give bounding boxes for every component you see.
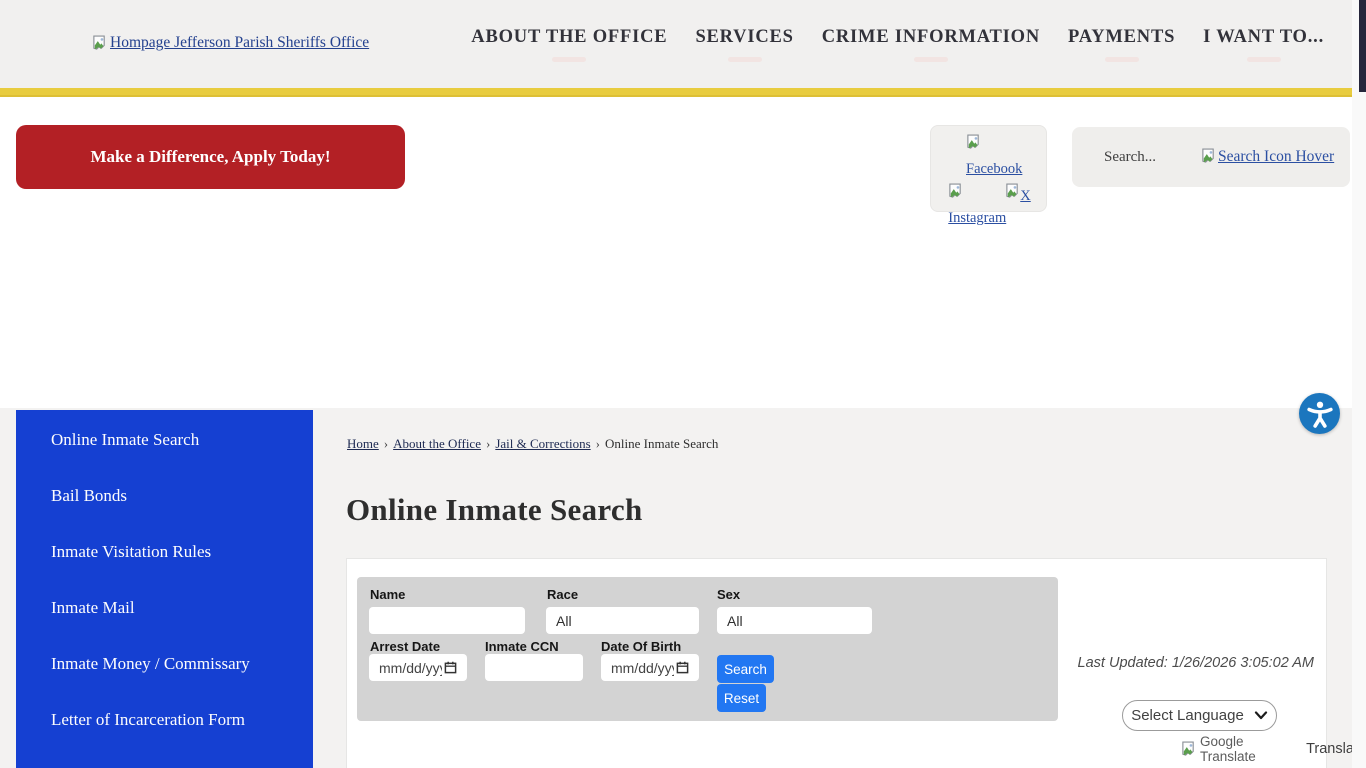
apply-today-button[interactable]: Make a Difference, Apply Today! [16, 125, 405, 189]
reset-button[interactable]: Reset [717, 684, 766, 712]
instagram-alt-text: Instagram [948, 210, 1006, 226]
breadcrumb-home[interactable]: Home [347, 436, 379, 451]
inmate-search-panel: Name Race Sex All All Arrest Date Inmate… [346, 558, 1327, 768]
x-link[interactable]: X [1005, 183, 1030, 230]
accessibility-icon [1305, 399, 1335, 429]
race-label: Race [547, 587, 578, 602]
arrest-date-placeholder: mm/dd/yyyy [379, 660, 442, 676]
breadcrumb: Home › About the Office › Jail & Corrections… [347, 436, 718, 452]
social-links-box: Facebook Instagram X [930, 125, 1047, 212]
sex-select[interactable]: All [717, 607, 872, 634]
race-select[interactable]: All [546, 607, 699, 634]
search-input[interactable] [1104, 149, 1199, 166]
nav-hover-indicator [1105, 57, 1139, 62]
facebook-link[interactable]: Facebook [966, 134, 1013, 181]
breadcrumb-current: Online Inmate Search [605, 436, 718, 451]
search-submit-link[interactable]: Search Icon Hover [1201, 148, 1334, 166]
nav-hover-indicator [914, 57, 948, 62]
sidebar-item-inmate-visitation-rules[interactable]: Inmate Visitation Rules [16, 524, 313, 580]
nav-hover-indicator [552, 57, 586, 62]
nav-label: CRIME INFORMATION [822, 27, 1040, 48]
accessibility-widget-button[interactable] [1299, 393, 1340, 434]
name-input[interactable] [369, 607, 525, 634]
dob-input[interactable]: mm/dd/yyyy [601, 654, 699, 681]
site-search-box: Search Icon Hover [1072, 127, 1350, 187]
vertical-scrollbar-thumb[interactable] [1359, 0, 1366, 92]
nav-item-services[interactable]: SERVICES [695, 27, 793, 62]
chevron-down-icon [1254, 711, 1268, 720]
nav-hover-indicator [728, 57, 762, 62]
instagram-link[interactable]: Instagram [948, 183, 995, 230]
accent-bar [0, 88, 1352, 97]
arrest-date-input[interactable]: mm/dd/yyyy [369, 654, 467, 681]
sidebar-item-bail-bonds[interactable]: Bail Bonds [16, 468, 313, 524]
inmate-ccn-input[interactable] [485, 654, 583, 681]
facebook-alt-text: Facebook [966, 161, 1022, 177]
page: Hompage Jefferson Parish Sheriffs Office… [0, 0, 1366, 768]
dob-placeholder: mm/dd/yyyy [611, 660, 674, 676]
arrest-date-label: Arrest Date [370, 639, 440, 654]
nav-item-payments[interactable]: PAYMENTS [1068, 27, 1175, 62]
language-select-label: Select Language [1131, 707, 1244, 724]
breadcrumb-separator: › [596, 436, 600, 451]
breadcrumb-about-the-office[interactable]: About the Office [393, 436, 481, 451]
sidebar: Online Inmate Search Bail Bonds Inmate V… [16, 410, 313, 768]
name-label: Name [370, 587, 405, 602]
broken-image-icon [966, 134, 981, 151]
calendar-icon[interactable] [676, 661, 689, 674]
inmate-ccn-label: Inmate CCN [485, 639, 559, 654]
sidebar-item-letter-of-incarceration-form[interactable]: Letter of Incarceration Form [16, 692, 313, 748]
vertical-scrollbar-track[interactable] [1352, 0, 1366, 768]
calendar-icon[interactable] [444, 661, 457, 674]
nav-label: ABOUT THE OFFICE [471, 27, 667, 48]
nav-label: SERVICES [695, 27, 793, 48]
language-select[interactable]: Select Language [1122, 700, 1277, 731]
logo-link[interactable]: Hompage Jefferson Parish Sheriffs Office [92, 34, 369, 52]
sidebar-item-inmate-money-commissary[interactable]: Inmate Money / Commissary [16, 636, 313, 692]
dob-label: Date Of Birth [601, 639, 681, 654]
broken-image-icon [1201, 148, 1216, 165]
nav-item-crime-information[interactable]: CRIME INFORMATION [822, 27, 1040, 62]
broken-image-icon [948, 183, 963, 200]
last-updated-text: Last Updated: 1/26/2026 3:05:02 AM [1078, 655, 1314, 671]
nav-item-about-the-office[interactable]: ABOUT THE OFFICE [471, 27, 667, 62]
breadcrumb-separator: › [486, 436, 490, 451]
broken-image-icon [1181, 741, 1196, 758]
nav-label: I WANT TO... [1203, 27, 1324, 48]
nav-label: PAYMENTS [1068, 27, 1175, 48]
header: Hompage Jefferson Parish Sheriffs Office… [0, 0, 1352, 88]
nav-item-i-want-to[interactable]: I WANT TO... [1203, 27, 1324, 62]
sex-label: Sex [717, 587, 740, 602]
logo-alt-text: Hompage Jefferson Parish Sheriffs Office [110, 34, 369, 52]
broken-image-icon [1005, 183, 1020, 200]
breadcrumb-jail-corrections[interactable]: Jail & Corrections [495, 436, 590, 451]
page-title: Online Inmate Search [346, 492, 643, 528]
main-nav: ABOUT THE OFFICE SERVICES CRIME INFORMAT… [471, 0, 1324, 88]
nav-hover-indicator [1247, 57, 1281, 62]
breadcrumb-separator: › [384, 436, 388, 451]
google-translate-alt-text: Google Translate [1200, 734, 1298, 764]
sidebar-item-inmate-mail[interactable]: Inmate Mail [16, 580, 313, 636]
inmate-search-form: Name Race Sex All All Arrest Date Inmate… [357, 577, 1058, 721]
sidebar-item-online-inmate-search[interactable]: Online Inmate Search [16, 412, 313, 468]
x-alt-text: X [1020, 188, 1030, 204]
search-button[interactable]: Search [717, 655, 774, 683]
google-translate-attribution: Google Translate Translate [1181, 734, 1366, 764]
search-icon-alt-text: Search Icon Hover [1218, 148, 1334, 166]
broken-image-icon [92, 35, 107, 52]
